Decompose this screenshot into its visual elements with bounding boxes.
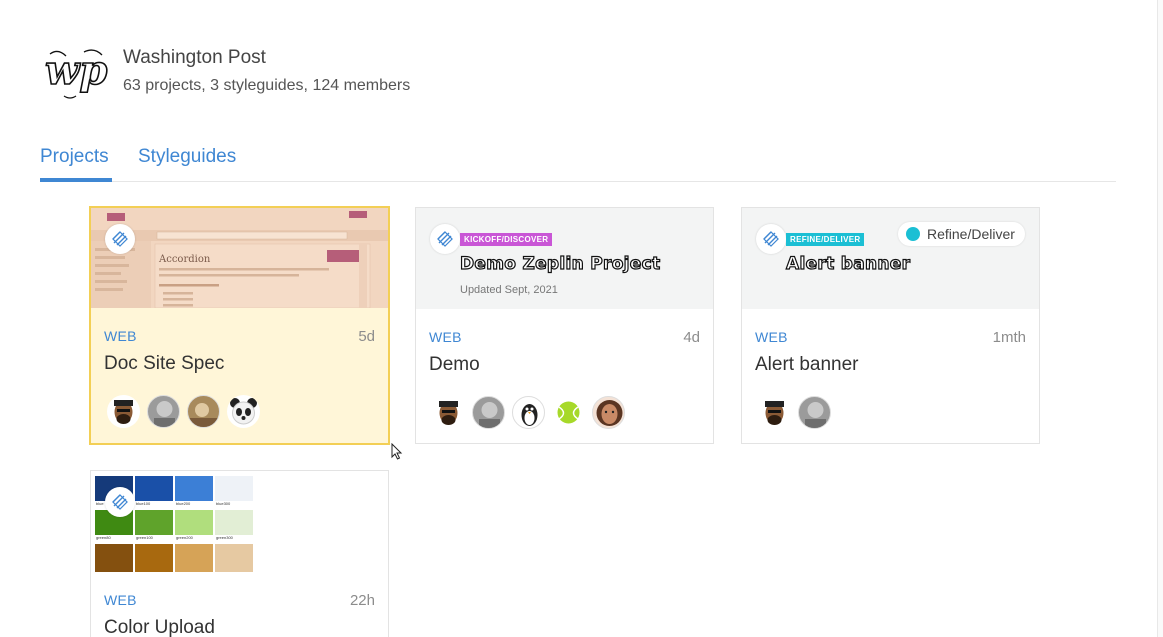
card-platform: WEB (429, 329, 462, 345)
svg-text:wp: wp (45, 47, 107, 94)
kickoff-discover-tag: KICKOFF/DISCOVER (460, 233, 553, 246)
thumb-subtitle: Updated Sept, 2021 (460, 284, 558, 296)
thumb-heading: Accordion (158, 254, 211, 265)
swatch-label: green80 (95, 535, 133, 544)
card-updated-time: 22h (349, 592, 375, 609)
color-swatch (175, 544, 213, 572)
man-beard-avatar (432, 396, 465, 429)
panda-avatar (227, 395, 260, 428)
scrollbar[interactable] (1157, 0, 1163, 637)
tab-bar: Projects Styleguides (40, 144, 1116, 182)
color-swatch: green100 (135, 510, 173, 544)
card-updated-time: 5d (358, 328, 375, 345)
refine-deliver-tag: REFINE/DELIVER (786, 233, 865, 246)
color-swatch: green300 (215, 510, 253, 544)
card-title: Alert banner (755, 354, 859, 375)
card-title: Color Upload (104, 617, 215, 637)
card-platform: WEB (104, 328, 137, 344)
org-header: wp Washington Post 63 projects, 3 styleg… (44, 44, 410, 104)
member-avatars (758, 396, 838, 429)
status-badge[interactable]: Refine/Deliver (898, 222, 1025, 246)
zeplin-badge-icon (105, 224, 135, 254)
gray-avatar (147, 395, 180, 428)
zeplin-badge-icon (105, 487, 135, 517)
zeplin-badge-icon (430, 224, 460, 254)
zeplin-badge-icon (756, 224, 786, 254)
project-card-color-upload[interactable]: blue blue100 blue200 blue300 green80 green100… (90, 470, 389, 637)
thumb-title: Demo Zeplin Project (459, 253, 661, 274)
doc-site-preview: Accordion (91, 208, 388, 308)
tab-projects[interactable]: Projects (40, 146, 109, 168)
status-dot-icon (906, 227, 920, 241)
card-platform: WEB (755, 329, 788, 345)
project-card-alert-banner[interactable]: REFINE/DELIVER Alert banner Refine/Deliv… (741, 207, 1040, 444)
swatch-label: green100 (135, 535, 173, 544)
color-swatch: blue100 (135, 476, 173, 510)
penguin-avatar (512, 396, 545, 429)
swatch-label: blue100 (135, 501, 173, 510)
gray-avatar (798, 396, 831, 429)
man-beard-avatar (758, 396, 791, 429)
washington-post-logo: wp (44, 46, 108, 99)
project-thumbnail: Accordion (91, 208, 388, 308)
member-avatars (107, 395, 267, 428)
project-card-demo[interactable]: KICKOFF/DISCOVER Demo Zeplin Project Upd… (415, 207, 714, 444)
card-title: Doc Site Spec (104, 353, 225, 374)
swatch-label: blue200 (175, 501, 213, 510)
color-swatch (215, 544, 253, 572)
gray-avatar (472, 396, 505, 429)
project-thumbnail: REFINE/DELIVER Alert banner Refine/Deliv… (742, 208, 1039, 309)
member-avatars (432, 396, 632, 429)
man-beard-avatar (107, 395, 140, 428)
project-thumbnail: blue blue100 blue200 blue300 green80 green100… (91, 471, 388, 572)
thumb-title: Alert banner (785, 253, 911, 274)
project-card-doc-site-spec[interactable]: Accordion WEB 5d Doc Site Spec (89, 206, 390, 445)
color-swatch: green200 (175, 510, 213, 544)
active-tab-indicator (40, 178, 112, 182)
tab-styleguides[interactable]: Styleguides (138, 146, 236, 168)
color-swatch (135, 544, 173, 572)
color-swatch: blue200 (175, 476, 213, 510)
tennis-ball-avatar (552, 396, 585, 429)
project-thumbnail: KICKOFF/DISCOVER Demo Zeplin Project Upd… (416, 208, 713, 309)
status-label: Refine/Deliver (927, 226, 1015, 242)
card-platform: WEB (104, 592, 137, 608)
card-updated-time: 4d (683, 329, 700, 346)
org-name: Washington Post (123, 47, 266, 68)
color-swatch (95, 544, 133, 572)
card-updated-time: 1mth (992, 329, 1026, 346)
swatch-label: blue300 (215, 501, 253, 510)
card-title: Demo (429, 354, 480, 375)
swatch-label: green300 (215, 535, 253, 544)
woman-avatar (592, 396, 625, 429)
org-stats: 63 projects, 3 styleguides, 124 members (123, 77, 411, 94)
photo-avatar (187, 395, 220, 428)
color-swatch: blue300 (215, 476, 253, 510)
mouse-cursor-icon (391, 443, 403, 460)
swatch-label: green200 (175, 535, 213, 544)
